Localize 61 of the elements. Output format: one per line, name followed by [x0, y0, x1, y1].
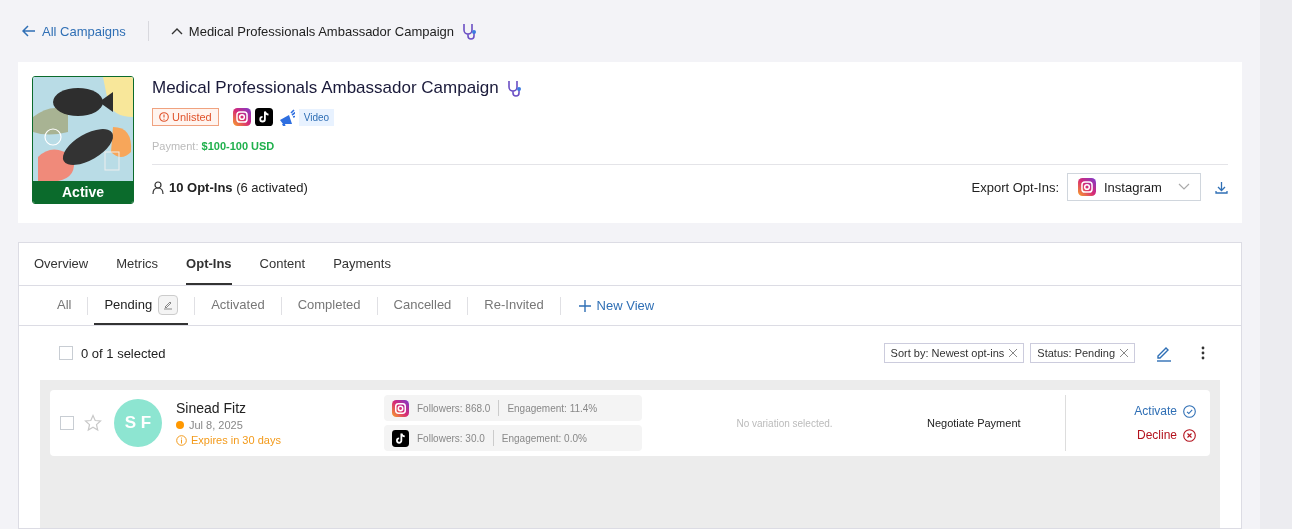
avatar: S F	[114, 399, 162, 447]
opt-ins-count: 10 Opt-Ins (6 activated)	[169, 179, 308, 195]
opt-in-date: Jul 8, 2025	[189, 419, 243, 431]
view-tab[interactable]: Completed	[287, 286, 371, 325]
tiktok-icon	[254, 108, 273, 126]
view-tab[interactable]: Cancelled	[383, 286, 462, 325]
payment-text: Negotiate Payment	[927, 417, 1022, 429]
person-icon	[152, 180, 164, 194]
tab[interactable]: Opt-Ins	[186, 243, 232, 285]
filter-chip[interactable]: Sort by: Newest opt-ins	[883, 343, 1025, 363]
view-tab[interactable]: All	[47, 286, 82, 325]
back-link[interactable]: All Campaigns	[22, 21, 149, 41]
followers-text: Followers: 30.0	[417, 432, 485, 444]
tab[interactable]: Payments	[333, 243, 391, 285]
more-icon[interactable]	[1201, 346, 1205, 360]
tab[interactable]: Overview	[34, 243, 89, 285]
unlisted-badge: Unlisted	[152, 108, 219, 126]
chevron-down-icon	[1178, 183, 1190, 191]
activate-button[interactable]: Activate	[1134, 404, 1196, 418]
close-icon[interactable]	[1009, 349, 1018, 357]
download-icon[interactable]	[1215, 180, 1228, 194]
new-view-button[interactable]: New View	[572, 297, 661, 314]
selection-count: 0 of 1 selected	[81, 345, 167, 361]
campaign-title: Medical Professionals Ambassador Campaign	[152, 78, 499, 98]
export-label: Export Opt-Ins:	[971, 179, 1059, 195]
campaign-title: Medical Professionals Ambassador Campaign	[188, 23, 454, 39]
caret-up-icon	[170, 27, 183, 35]
payment-text: Payment: $100-100 USD	[152, 140, 276, 152]
checkbox[interactable]	[60, 416, 74, 430]
view-tab[interactable]: Re-Invited	[474, 286, 554, 325]
edit-view-button[interactable]	[158, 294, 179, 315]
alert-icon	[159, 112, 169, 122]
star-icon[interactable]	[84, 414, 102, 432]
filter-chip[interactable]: Status: Pending	[1030, 343, 1135, 363]
tab[interactable]: Metrics	[116, 243, 159, 285]
back-arrow-icon	[22, 25, 36, 37]
info-icon	[176, 434, 187, 446]
tiktok-icon	[392, 429, 409, 447]
plus-icon	[578, 299, 591, 312]
engagement-text: Engagement: 0.0%	[501, 432, 587, 444]
close-icon[interactable]	[1120, 349, 1128, 357]
instagram-icon	[392, 399, 409, 417]
instagram-icon	[232, 108, 251, 126]
followers-text: Followers: 868.0	[417, 402, 491, 414]
expiry-text: Expires in 30 days	[176, 434, 374, 446]
view-tab[interactable]: Activated	[201, 286, 275, 325]
checkbox[interactable]	[59, 346, 73, 360]
decline-button[interactable]: Decline	[1136, 428, 1196, 442]
pencil-icon	[163, 299, 174, 310]
instagram-icon	[1078, 178, 1096, 196]
view-tab[interactable]: Pending	[94, 286, 189, 325]
status-label: Active	[33, 181, 133, 203]
platform-dropdown[interactable]: Instagram	[1067, 173, 1201, 201]
tab[interactable]: Content	[259, 243, 306, 285]
close-circle-icon	[1183, 428, 1196, 442]
engagement-text: Engagement: 11.4%	[507, 402, 598, 414]
creator-name[interactable]: Sinead Fitz	[176, 400, 374, 416]
stethoscope-icon	[460, 22, 478, 40]
variation-text: No variation selected.	[735, 417, 834, 429]
content-type-tag: Video	[298, 108, 335, 126]
check-circle-icon	[1183, 404, 1196, 418]
